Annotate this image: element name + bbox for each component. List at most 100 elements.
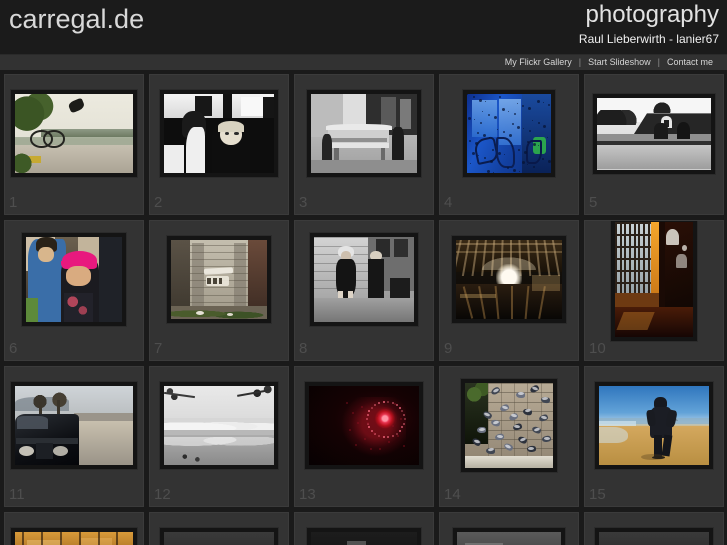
thumbnail-link[interactable]	[150, 513, 288, 545]
thumbnail-number: 6	[9, 340, 18, 357]
thumbnail-cell[interactable]: 2	[149, 74, 289, 215]
photo-frame	[160, 382, 278, 469]
site-header: carregal.de photography Raul Lieberwirth…	[0, 0, 727, 54]
photo-thumbnail[interactable]	[615, 222, 693, 337]
thumbnail-link[interactable]	[295, 513, 433, 545]
thumbnail-cell[interactable]: 16	[4, 512, 144, 545]
thumbnail-number: 1	[9, 194, 18, 211]
photo-frame	[461, 379, 557, 472]
nav-links: My Flickr Gallery | Start Slideshow | Contac…	[498, 55, 720, 70]
thumbnail-link[interactable]	[5, 75, 143, 192]
photo-thumbnail[interactable]	[456, 240, 562, 319]
photo-thumbnail[interactable]	[164, 532, 274, 545]
thumbnail-link[interactable]	[440, 513, 578, 545]
thumbnail-cell[interactable]: 17	[149, 512, 289, 545]
thumbnail-cell[interactable]: 13	[294, 366, 434, 507]
nav-link-my-flickr-gallery[interactable]: My Flickr Gallery	[498, 55, 579, 70]
thumbnail-link[interactable]	[150, 75, 288, 192]
photo-thumbnail[interactable]	[164, 94, 274, 173]
thumbnail-number: 4	[444, 194, 453, 211]
thumbnail-cell[interactable]: 19	[439, 512, 579, 545]
thumbnail-link[interactable]	[5, 221, 143, 338]
thumbnail-cell[interactable]: 14	[439, 366, 579, 507]
header-right: photography Raul Lieberwirth - lanier67	[579, 0, 719, 47]
photo-thumbnail[interactable]	[599, 532, 709, 545]
thumbnail-cell[interactable]: 3	[294, 74, 434, 215]
photo-frame	[463, 90, 555, 177]
thumbnail-row: 6 7 8 9 10	[4, 220, 727, 361]
photo-frame	[611, 221, 697, 341]
photo-frame	[167, 236, 271, 323]
photo-frame	[11, 382, 137, 469]
photo-frame	[305, 382, 423, 469]
photo-thumbnail[interactable]	[171, 240, 267, 319]
photo-frame	[595, 528, 713, 545]
photo-thumbnail[interactable]	[314, 237, 414, 322]
thumbnail-link[interactable]	[440, 367, 578, 484]
thumbnail-number: 13	[299, 486, 316, 503]
thumbnail-number: 12	[154, 486, 171, 503]
thumbnail-cell[interactable]: 7	[149, 220, 289, 361]
photo-thumbnail[interactable]	[597, 97, 711, 170]
thumbnail-link[interactable]	[585, 367, 723, 484]
main-navbar: My Flickr Gallery | Start Slideshow | Contac…	[0, 54, 727, 70]
thumbnail-link[interactable]	[585, 513, 723, 545]
thumbnail-cell[interactable]: 11	[4, 366, 144, 507]
photo-thumbnail[interactable]	[309, 386, 419, 465]
thumbnail-cell[interactable]: 6	[4, 220, 144, 361]
photo-frame	[160, 528, 278, 545]
thumbnail-link[interactable]	[150, 367, 288, 484]
thumbnail-link[interactable]	[5, 367, 143, 484]
photo-thumbnail[interactable]	[26, 237, 122, 322]
thumbnail-number: 10	[589, 340, 606, 357]
photo-thumbnail[interactable]	[311, 94, 417, 173]
thumbnail-cell[interactable]: 5	[584, 74, 724, 215]
thumbnail-number: 3	[299, 194, 308, 211]
photo-thumbnail[interactable]	[465, 383, 553, 468]
site-logo[interactable]: carregal.de	[9, 2, 144, 36]
nav-link-start-slideshow[interactable]: Start Slideshow	[581, 55, 658, 70]
thumbnail-cell[interactable]: 1	[4, 74, 144, 215]
thumbnail-link[interactable]	[295, 221, 433, 338]
nav-link-contact-me[interactable]: Contact me	[660, 55, 720, 70]
page-title: photography	[585, 1, 719, 28]
photo-thumbnail[interactable]	[467, 94, 551, 173]
thumbnail-number: 14	[444, 486, 461, 503]
thumbnail-cell[interactable]: 15	[584, 366, 724, 507]
photo-thumbnail[interactable]	[311, 532, 417, 545]
thumbnail-cell[interactable]: 8	[294, 220, 434, 361]
photo-thumbnail[interactable]	[15, 94, 133, 173]
photo-frame	[11, 90, 137, 177]
photo-frame	[593, 93, 715, 174]
thumbnail-cell[interactable]: 12	[149, 366, 289, 507]
photo-thumbnail[interactable]	[457, 532, 561, 545]
thumbnail-cell[interactable]: 4	[439, 74, 579, 215]
photo-frame	[595, 382, 713, 469]
photo-thumbnail[interactable]	[15, 532, 133, 545]
photo-thumbnail[interactable]	[164, 386, 274, 465]
thumbnail-cell[interactable]: 18	[294, 512, 434, 545]
thumbnail-link[interactable]	[585, 75, 723, 192]
thumbnail-row: 1 2 3 4 5	[4, 74, 727, 215]
thumbnail-link[interactable]	[295, 75, 433, 192]
thumbnail-cell[interactable]: 20	[584, 512, 724, 545]
thumbnail-number: 2	[154, 194, 163, 211]
photo-frame	[307, 528, 421, 545]
photo-thumbnail[interactable]	[599, 386, 709, 465]
thumbnail-link[interactable]	[150, 221, 288, 338]
photo-frame	[453, 528, 565, 545]
thumbnail-link[interactable]	[585, 221, 723, 341]
thumbnail-number: 5	[589, 194, 598, 211]
thumbnail-cell[interactable]: 10	[584, 220, 724, 361]
thumbnail-number: 7	[154, 340, 163, 357]
photo-frame	[307, 90, 421, 177]
thumbnail-cell[interactable]: 9	[439, 220, 579, 361]
thumbnail-link[interactable]	[295, 367, 433, 484]
thumbnail-link[interactable]	[440, 75, 578, 192]
thumbnail-row: 1617181920	[4, 512, 727, 545]
photo-thumbnail[interactable]	[15, 386, 133, 465]
photo-frame	[310, 233, 418, 326]
thumbnail-link[interactable]	[440, 221, 578, 338]
thumbnail-number: 15	[589, 486, 606, 503]
thumbnail-link[interactable]	[5, 513, 143, 545]
